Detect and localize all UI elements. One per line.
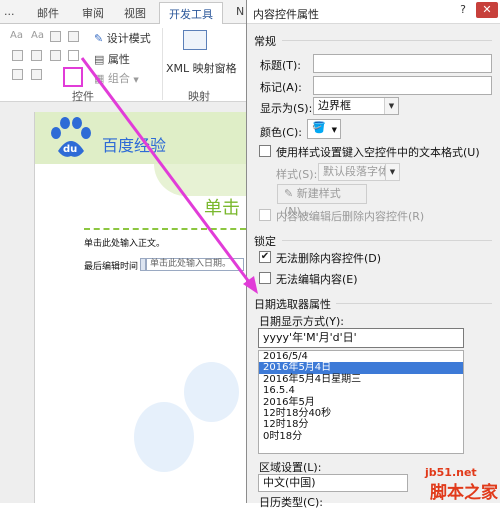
header-wave-decoration bbox=[154, 164, 246, 196]
design-mode-button[interactable]: ✎ 设计模式 bbox=[94, 30, 151, 46]
group-icon: ▦ bbox=[94, 72, 105, 85]
tab-review[interactable]: 审阅 bbox=[82, 5, 104, 21]
color-picker-button[interactable]: 🪣 ▼ bbox=[307, 119, 341, 139]
legacy-tools-icon[interactable] bbox=[31, 69, 42, 80]
section-divider bbox=[336, 303, 492, 304]
watermark-name: 脚本之家 bbox=[430, 483, 498, 503]
locale-value: 中文(中国) bbox=[263, 476, 316, 489]
list-item[interactable]: 2016年5月 bbox=[259, 397, 463, 408]
chevron-down-icon: ▼ bbox=[133, 76, 139, 84]
no-delete-label: 无法删除内容控件(D) bbox=[276, 252, 382, 265]
document-title[interactable]: 单击 bbox=[204, 194, 240, 220]
section-locking: 锁定 bbox=[254, 235, 276, 248]
svg-text:du: du bbox=[63, 144, 77, 155]
dropdown-control-icon[interactable] bbox=[50, 50, 61, 61]
list-item[interactable]: 2016/5/4 bbox=[259, 351, 463, 362]
list-item[interactable]: 2016年5月4日星期三 bbox=[259, 374, 463, 385]
show-as-value: 边界框 bbox=[318, 99, 351, 112]
section-general: 常规 bbox=[254, 35, 276, 48]
picture-control-icon[interactable] bbox=[50, 31, 61, 42]
chevron-down-icon: ▼ bbox=[331, 126, 337, 134]
document-page[interactable]: du 百度经验 单击 单击此处输入正文。 最后编辑时间 单击此处输入日期。 bbox=[34, 112, 246, 503]
title-input[interactable] bbox=[313, 54, 492, 73]
list-item[interactable]: 16.5.4 bbox=[259, 385, 463, 396]
show-as-select[interactable]: 边界框 ▼ bbox=[313, 97, 399, 115]
help-button[interactable]: ? bbox=[457, 3, 469, 17]
tab-developer[interactable]: 开发工具 bbox=[159, 2, 223, 25]
ribbon-panel: Aa Aa ✎ 设计模式 ▤ 属性 ▦ 组合 ▼ 控件 XML 映射窗格 映射 bbox=[0, 24, 246, 103]
show-as-label: 显示为(S): bbox=[260, 102, 313, 115]
list-item[interactable]: 12时18分40秒 bbox=[259, 408, 463, 419]
no-edit-label: 无法编辑内容(E) bbox=[276, 273, 358, 286]
paint-bucket-icon: 🪣 bbox=[312, 121, 326, 134]
date-picker-control-icon[interactable] bbox=[68, 50, 79, 61]
tab-view[interactable]: 视图 bbox=[124, 5, 146, 21]
combobox-control-icon[interactable] bbox=[31, 50, 42, 61]
document-area: du 百度经验 单击 单击此处输入正文。 最后编辑时间 单击此处输入日期。 bbox=[0, 102, 246, 503]
properties-button[interactable]: ▤ 属性 bbox=[94, 51, 130, 67]
date-picker-highlight bbox=[63, 67, 83, 87]
tab-mailings[interactable]: 邮件 bbox=[37, 5, 59, 21]
repeating-section-icon[interactable] bbox=[12, 69, 23, 80]
locale-select[interactable]: 中文(中国) bbox=[258, 474, 408, 492]
no-delete-checkbox[interactable]: ✔ bbox=[259, 251, 271, 263]
calendar-type-label: 日历类型(C): bbox=[259, 496, 323, 509]
dialog-title: 内容控件属性 bbox=[253, 8, 319, 21]
group-button[interactable]: ▦ 组合 ▼ bbox=[94, 70, 139, 86]
close-button[interactable]: ✕ bbox=[476, 2, 498, 18]
new-style-icon: ✎ bbox=[284, 187, 294, 200]
no-edit-checkbox[interactable] bbox=[259, 272, 271, 284]
chevron-down-icon: ▼ bbox=[384, 98, 398, 114]
xml-mapping-pane-button[interactable]: XML 映射窗格 bbox=[166, 60, 237, 76]
building-block-control-icon[interactable] bbox=[68, 31, 79, 42]
group-label: 组合 bbox=[107, 72, 130, 85]
properties-icon: ▤ bbox=[94, 53, 105, 66]
date-format-input[interactable]: yyyy'年'M'月'd'日' bbox=[258, 328, 464, 348]
locale-label: 区域设置(L): bbox=[259, 461, 322, 474]
page-shadow bbox=[34, 112, 35, 503]
list-item[interactable]: 0时18分 bbox=[259, 431, 463, 442]
section-divider bbox=[282, 240, 492, 241]
remove-when-edited-checkbox[interactable] bbox=[259, 209, 271, 221]
checkmark-icon: ✔ bbox=[260, 251, 270, 262]
section-divider bbox=[282, 40, 492, 41]
group-divider bbox=[162, 28, 163, 100]
use-style-checkbox[interactable] bbox=[259, 145, 271, 157]
last-edit-label: 最后编辑时间 bbox=[84, 262, 139, 272]
date-format-list[interactable]: 2016/5/4 2016年5月4日 2016年5月4日星期三 16.5.4 2… bbox=[258, 350, 464, 454]
baidu-paw-logo: du bbox=[51, 117, 91, 157]
background-paw-decoration bbox=[184, 362, 239, 422]
date-content-control[interactable]: 单击此处输入日期。 bbox=[146, 258, 244, 271]
title-label: 标题(T): bbox=[260, 59, 302, 72]
background-paw-decoration bbox=[134, 402, 194, 472]
plain-text-control-icon[interactable]: Aa bbox=[10, 30, 23, 41]
logo-text: 百度经验 bbox=[102, 136, 167, 155]
dialog-title-bar[interactable]: 内容控件属性 ? ✕ bbox=[247, 0, 500, 24]
list-item[interactable]: 12时18分 bbox=[259, 419, 463, 430]
rich-text-control-icon[interactable]: Aa bbox=[31, 30, 44, 41]
dashed-divider bbox=[84, 228, 246, 230]
use-style-label: 使用样式设置键入空控件中的文本格式(U) bbox=[276, 146, 480, 159]
tab-unknown[interactable]: ... bbox=[4, 5, 15, 18]
new-style-button[interactable]: ✎ 新建样式(N)... bbox=[277, 184, 367, 218]
checkbox-control-icon[interactable] bbox=[12, 50, 23, 61]
xml-mapping-icon[interactable] bbox=[183, 30, 207, 50]
properties-label: 属性 bbox=[107, 53, 130, 66]
body-text-placeholder[interactable]: 单击此处输入正文。 bbox=[84, 236, 165, 249]
remove-when-edited-label: 内容被编辑后删除内容控件(R) bbox=[276, 210, 425, 223]
section-date-picker: 日期选取器属性 bbox=[254, 298, 331, 311]
style-label: 样式(S): bbox=[276, 168, 318, 181]
tag-label: 标记(A): bbox=[260, 81, 302, 94]
tag-input[interactable] bbox=[313, 76, 492, 95]
date-format-label: 日期显示方式(Y): bbox=[259, 315, 345, 328]
chevron-down-icon: ▼ bbox=[385, 164, 399, 180]
style-select[interactable]: 默认段落字体 ▼ bbox=[318, 163, 400, 181]
design-mode-label: 设计模式 bbox=[106, 32, 151, 45]
color-label: 颜色(C): bbox=[260, 126, 302, 139]
tab-more[interactable]: N bbox=[236, 5, 244, 18]
style-value: 默认段落字体 bbox=[323, 165, 389, 178]
design-mode-icon: ✎ bbox=[94, 32, 104, 45]
list-item-selected[interactable]: 2016年5月4日 bbox=[259, 362, 463, 374]
ribbon-tab-bar: ... 邮件 审阅 视图 开发工具 N bbox=[0, 0, 246, 25]
